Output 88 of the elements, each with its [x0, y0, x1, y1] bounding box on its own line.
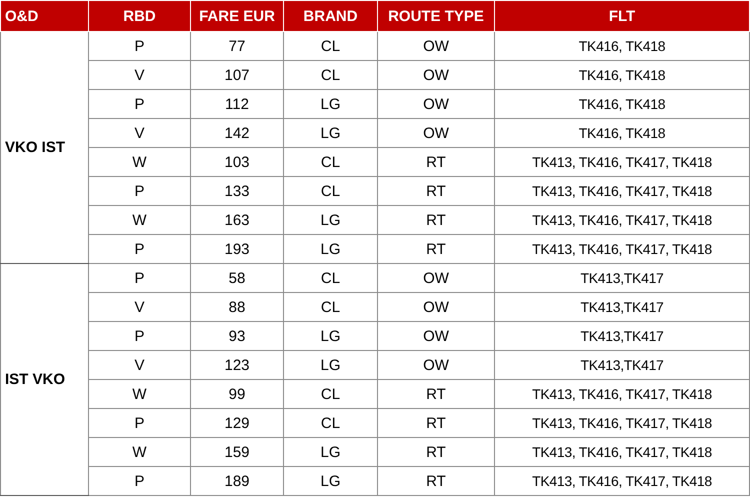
table-cell: LG: [284, 90, 378, 118]
column-header: O&D: [0, 0, 88, 32]
table-cell: CL: [284, 176, 378, 206]
table-cell: LG: [284, 234, 378, 264]
table-cell: P: [88, 466, 190, 496]
table-cell: 159: [190, 438, 284, 466]
table-cell: W: [88, 206, 190, 234]
table-cell: 133: [190, 176, 284, 206]
table-cell: LG: [284, 206, 378, 234]
table-cell: CL: [284, 32, 378, 60]
table-cell: OW: [378, 322, 494, 350]
table-cell: OW: [378, 32, 494, 60]
table-cell: 58: [190, 264, 284, 292]
table-cell: P: [88, 234, 190, 264]
table-cell: TK413, TK416, TK417, TK418: [494, 176, 750, 206]
table-cell: RT: [378, 466, 494, 496]
table-cell: V: [88, 350, 190, 380]
table-cell: P: [88, 264, 190, 292]
table-cell: TK413,TK417: [494, 350, 750, 380]
table-cell: TK413, TK416, TK417, TK418: [494, 234, 750, 264]
table-cell: OW: [378, 118, 494, 148]
table-cell: RT: [378, 408, 494, 438]
table-cell: 193: [190, 234, 284, 264]
table-cell: TK416, TK418: [494, 118, 750, 148]
table-cell: CL: [284, 148, 378, 176]
table-cell: 129: [190, 408, 284, 438]
table-cell: P: [88, 176, 190, 206]
table-cell: LG: [284, 438, 378, 466]
table-cell: RT: [378, 148, 494, 176]
table-cell: 163: [190, 206, 284, 234]
table-cell: OW: [378, 60, 494, 90]
table-cell: W: [88, 380, 190, 408]
table-cell: W: [88, 148, 190, 176]
table-cell: LG: [284, 322, 378, 350]
table-cell: 123: [190, 350, 284, 380]
table-cell: RT: [378, 206, 494, 234]
table-cell: RT: [378, 438, 494, 466]
table-cell: TK416, TK418: [494, 60, 750, 90]
table-cell: RT: [378, 234, 494, 264]
table-cell: V: [88, 118, 190, 148]
table-cell: TK413, TK416, TK417, TK418: [494, 206, 750, 234]
table-cell: CL: [284, 408, 378, 438]
table-cell: TK413,TK417: [494, 322, 750, 350]
table-cell: TK413, TK416, TK417, TK418: [494, 148, 750, 176]
column-header: FLT: [494, 0, 750, 32]
table-cell: TK413, TK416, TK417, TK418: [494, 438, 750, 466]
table-cell: 107: [190, 60, 284, 90]
table-cell: P: [88, 32, 190, 60]
table-cell: TK413, TK416, TK417, TK418: [494, 408, 750, 438]
table-cell: 88: [190, 292, 284, 322]
table-cell: 189: [190, 466, 284, 496]
column-header: BRAND: [284, 0, 378, 32]
column-header: RBD: [88, 0, 190, 32]
table-cell: 103: [190, 148, 284, 176]
table-cell: VKO IST: [0, 32, 88, 264]
table-cell: P: [88, 90, 190, 118]
table-cell: TK416, TK418: [494, 32, 750, 60]
table-cell: V: [88, 292, 190, 322]
table-cell: TK413,TK417: [494, 264, 750, 292]
table-cell: P: [88, 322, 190, 350]
table-cell: 112: [190, 90, 284, 118]
table-cell: OW: [378, 264, 494, 292]
table-cell: 93: [190, 322, 284, 350]
table-cell: RT: [378, 380, 494, 408]
table-cell: 77: [190, 32, 284, 60]
table-cell: IST VKO: [0, 264, 88, 496]
table-cell: CL: [284, 380, 378, 408]
table-cell: CL: [284, 264, 378, 292]
table-cell: V: [88, 60, 190, 90]
table-cell: OW: [378, 90, 494, 118]
table-cell: LG: [284, 466, 378, 496]
column-header: FARE EUR: [190, 0, 284, 32]
column-header: ROUTE TYPE: [378, 0, 494, 32]
table-cell: LG: [284, 118, 378, 148]
table-cell: W: [88, 438, 190, 466]
table-cell: TK413,TK417: [494, 292, 750, 322]
table-cell: 142: [190, 118, 284, 148]
table-cell: CL: [284, 292, 378, 322]
table-cell: TK413, TK416, TK417, TK418: [494, 466, 750, 496]
table-cell: 99: [190, 380, 284, 408]
table-cell: CL: [284, 60, 378, 90]
table-cell: TK416, TK418: [494, 90, 750, 118]
table-cell: TK413, TK416, TK417, TK418: [494, 380, 750, 408]
table-cell: RT: [378, 176, 494, 206]
table-cell: OW: [378, 292, 494, 322]
table-cell: P: [88, 408, 190, 438]
table-cell: LG: [284, 350, 378, 380]
table-cell: OW: [378, 350, 494, 380]
